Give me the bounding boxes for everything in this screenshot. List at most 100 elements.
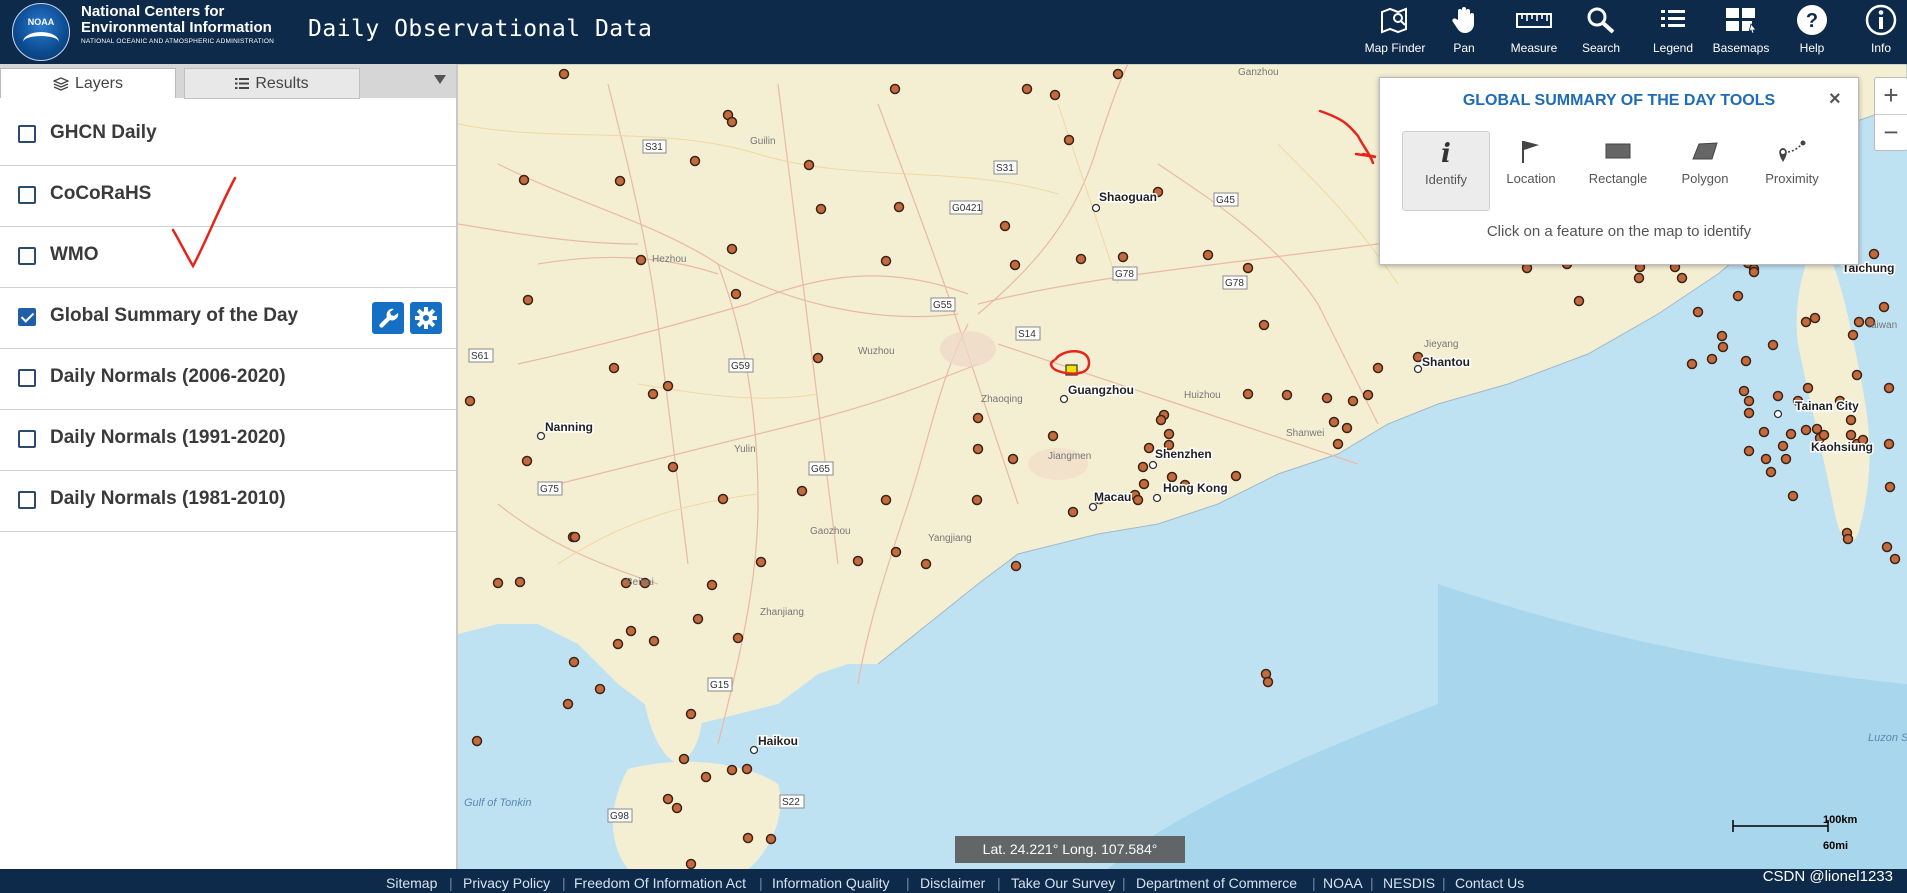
road-label: G15 xyxy=(710,680,729,691)
scale-km: 100km xyxy=(1823,814,1857,826)
city-label: Hong Kong xyxy=(1163,481,1228,495)
footer-link-commerce[interactable]: Department of Commerce xyxy=(1136,875,1297,891)
road-label: S61 xyxy=(471,351,489,362)
road-label: G78 xyxy=(1115,269,1134,280)
search-icon xyxy=(1587,7,1615,34)
zoom-controls: + − xyxy=(1874,77,1907,151)
road-label: S31 xyxy=(645,142,663,153)
pan-button[interactable]: Pan xyxy=(1442,4,1486,60)
footer-link-disclaimer[interactable]: Disclaimer xyxy=(920,875,985,891)
layer-settings-button[interactable] xyxy=(410,302,442,334)
legend-label: Legend xyxy=(1652,41,1694,55)
footer-separator: | xyxy=(997,875,1001,891)
rectangle-tool-button[interactable]: Rectangle xyxy=(1575,131,1661,209)
footer-separator: | xyxy=(562,875,566,891)
footer-link-foia[interactable]: Freedom Of Information Act xyxy=(574,875,746,891)
place-label: Yulin xyxy=(734,444,756,455)
map-finder-icon xyxy=(1381,7,1407,34)
search-label: Search xyxy=(1581,41,1621,55)
info-button[interactable]: Info xyxy=(1860,4,1902,60)
layer-label: Global Summary of the Day xyxy=(50,305,299,326)
footer-link-nesdis[interactable]: NESDIS xyxy=(1383,875,1435,891)
place-label: Gaozhou xyxy=(810,526,851,537)
road-label: G65 xyxy=(811,464,830,475)
layer-tools-button[interactable] xyxy=(372,302,404,334)
layer-checkbox[interactable] xyxy=(18,125,36,143)
layer-daily-normals-1981-2010[interactable]: Daily Normals (1981-2010) xyxy=(0,470,456,532)
gear-icon xyxy=(415,307,437,329)
place-label: Taiwan xyxy=(1866,320,1897,331)
footer-link-noaa[interactable]: NOAA xyxy=(1323,875,1363,891)
header-bar: NOAA National Centers for Environmental … xyxy=(0,0,1907,64)
layer-checkbox[interactable] xyxy=(18,247,36,265)
place-label: Hezhou xyxy=(652,254,686,265)
panel-close-button[interactable]: × xyxy=(1829,88,1841,111)
proximity-tool-button[interactable]: Proximity xyxy=(1749,131,1835,209)
results-list-icon xyxy=(235,78,250,89)
legend-button[interactable]: Legend xyxy=(1648,4,1698,60)
place-label: Beihai xyxy=(626,577,654,588)
search-button[interactable]: Search xyxy=(1578,4,1624,60)
road-label: S31 xyxy=(996,163,1014,174)
proximity-icon xyxy=(1779,140,1806,162)
layer-checkbox[interactable] xyxy=(18,186,36,204)
place-label: Zhaoqing xyxy=(981,394,1023,405)
footer-separator: | xyxy=(1122,875,1126,891)
basemaps-button[interactable]: Basemaps xyxy=(1710,4,1772,60)
road-label: G59 xyxy=(731,361,750,372)
layer-daily-normals-2006-2020[interactable]: Daily Normals (2006-2020) xyxy=(0,348,456,410)
layer-checkbox[interactable] xyxy=(18,491,36,509)
tab-results[interactable]: Results xyxy=(184,68,360,99)
footer-link-info-quality[interactable]: Information Quality xyxy=(772,875,890,891)
basemaps-label: Basemaps xyxy=(1712,41,1770,55)
org-name-line2[interactable]: Environmental Information xyxy=(81,20,272,36)
info-label: Info xyxy=(1870,41,1891,55)
footer-link-survey[interactable]: Take Our Survey xyxy=(1011,875,1115,891)
place-label: Wuzhou xyxy=(858,346,895,357)
city-label: Kaohsiung xyxy=(1811,440,1873,454)
noaa-logo[interactable]: NOAA xyxy=(12,3,70,61)
footer-separator: | xyxy=(759,875,763,891)
footer-link-privacy[interactable]: Privacy Policy xyxy=(463,875,550,891)
place-label: Ganzhou xyxy=(1238,67,1279,78)
footer-bar: Sitemap | Privacy Policy | Freedom Of In… xyxy=(0,869,1907,893)
layer-daily-normals-1991-2020[interactable]: Daily Normals (1991-2020) xyxy=(0,409,456,471)
layer-global-summary-of-the-day[interactable]: Global Summary of the Day xyxy=(0,287,456,349)
tab-layers[interactable]: Layers xyxy=(0,68,176,98)
layer-ghcn-daily[interactable]: GHCN Daily xyxy=(0,104,456,166)
org-name-line1[interactable]: National Centers for xyxy=(81,4,224,20)
place-label: Huizhou xyxy=(1184,390,1221,401)
identify-tool-button[interactable]: i Identify xyxy=(1402,131,1490,211)
pan-label: Pan xyxy=(1453,41,1475,55)
layer-checkbox[interactable] xyxy=(18,369,36,387)
layer-checkbox-checked[interactable] xyxy=(18,308,36,326)
tabs-collapse-caret-icon[interactable] xyxy=(434,75,446,84)
city-label: Shantou xyxy=(1422,355,1470,369)
city-label: Nanning xyxy=(545,420,593,434)
location-tool-button[interactable]: Location xyxy=(1488,131,1574,209)
measure-label: Measure xyxy=(1510,41,1558,55)
tab-results-label: Results xyxy=(255,74,309,92)
footer-separator: | xyxy=(1442,875,1446,891)
footer-link-contact[interactable]: Contact Us xyxy=(1455,875,1524,891)
help-button[interactable]: ? Help xyxy=(1790,4,1834,60)
svg-text:?: ? xyxy=(1806,10,1818,32)
footer-separator: | xyxy=(1370,875,1374,891)
footer-link-sitemap[interactable]: Sitemap xyxy=(386,875,437,891)
city-label: Shenzhen xyxy=(1155,447,1212,461)
city-label: Macau xyxy=(1094,490,1131,504)
city-label: Guangzhou xyxy=(1068,383,1134,397)
polygon-tool-button[interactable]: Polygon xyxy=(1662,131,1748,209)
zoom-out-button[interactable]: − xyxy=(1875,115,1907,151)
measure-button[interactable]: Measure xyxy=(1506,4,1562,60)
svg-text:i: i xyxy=(1441,139,1451,167)
map-finder-button[interactable]: Map Finder xyxy=(1362,4,1428,60)
road-label: G0421 xyxy=(952,203,982,214)
water-label: Luzon Strait xyxy=(1868,732,1907,744)
footer-separator: | xyxy=(449,875,453,891)
wrench-icon xyxy=(379,308,399,328)
road-label: G78 xyxy=(1225,278,1244,289)
layer-checkbox[interactable] xyxy=(18,430,36,448)
polygon-icon xyxy=(1692,142,1718,160)
zoom-in-button[interactable]: + xyxy=(1875,78,1907,115)
